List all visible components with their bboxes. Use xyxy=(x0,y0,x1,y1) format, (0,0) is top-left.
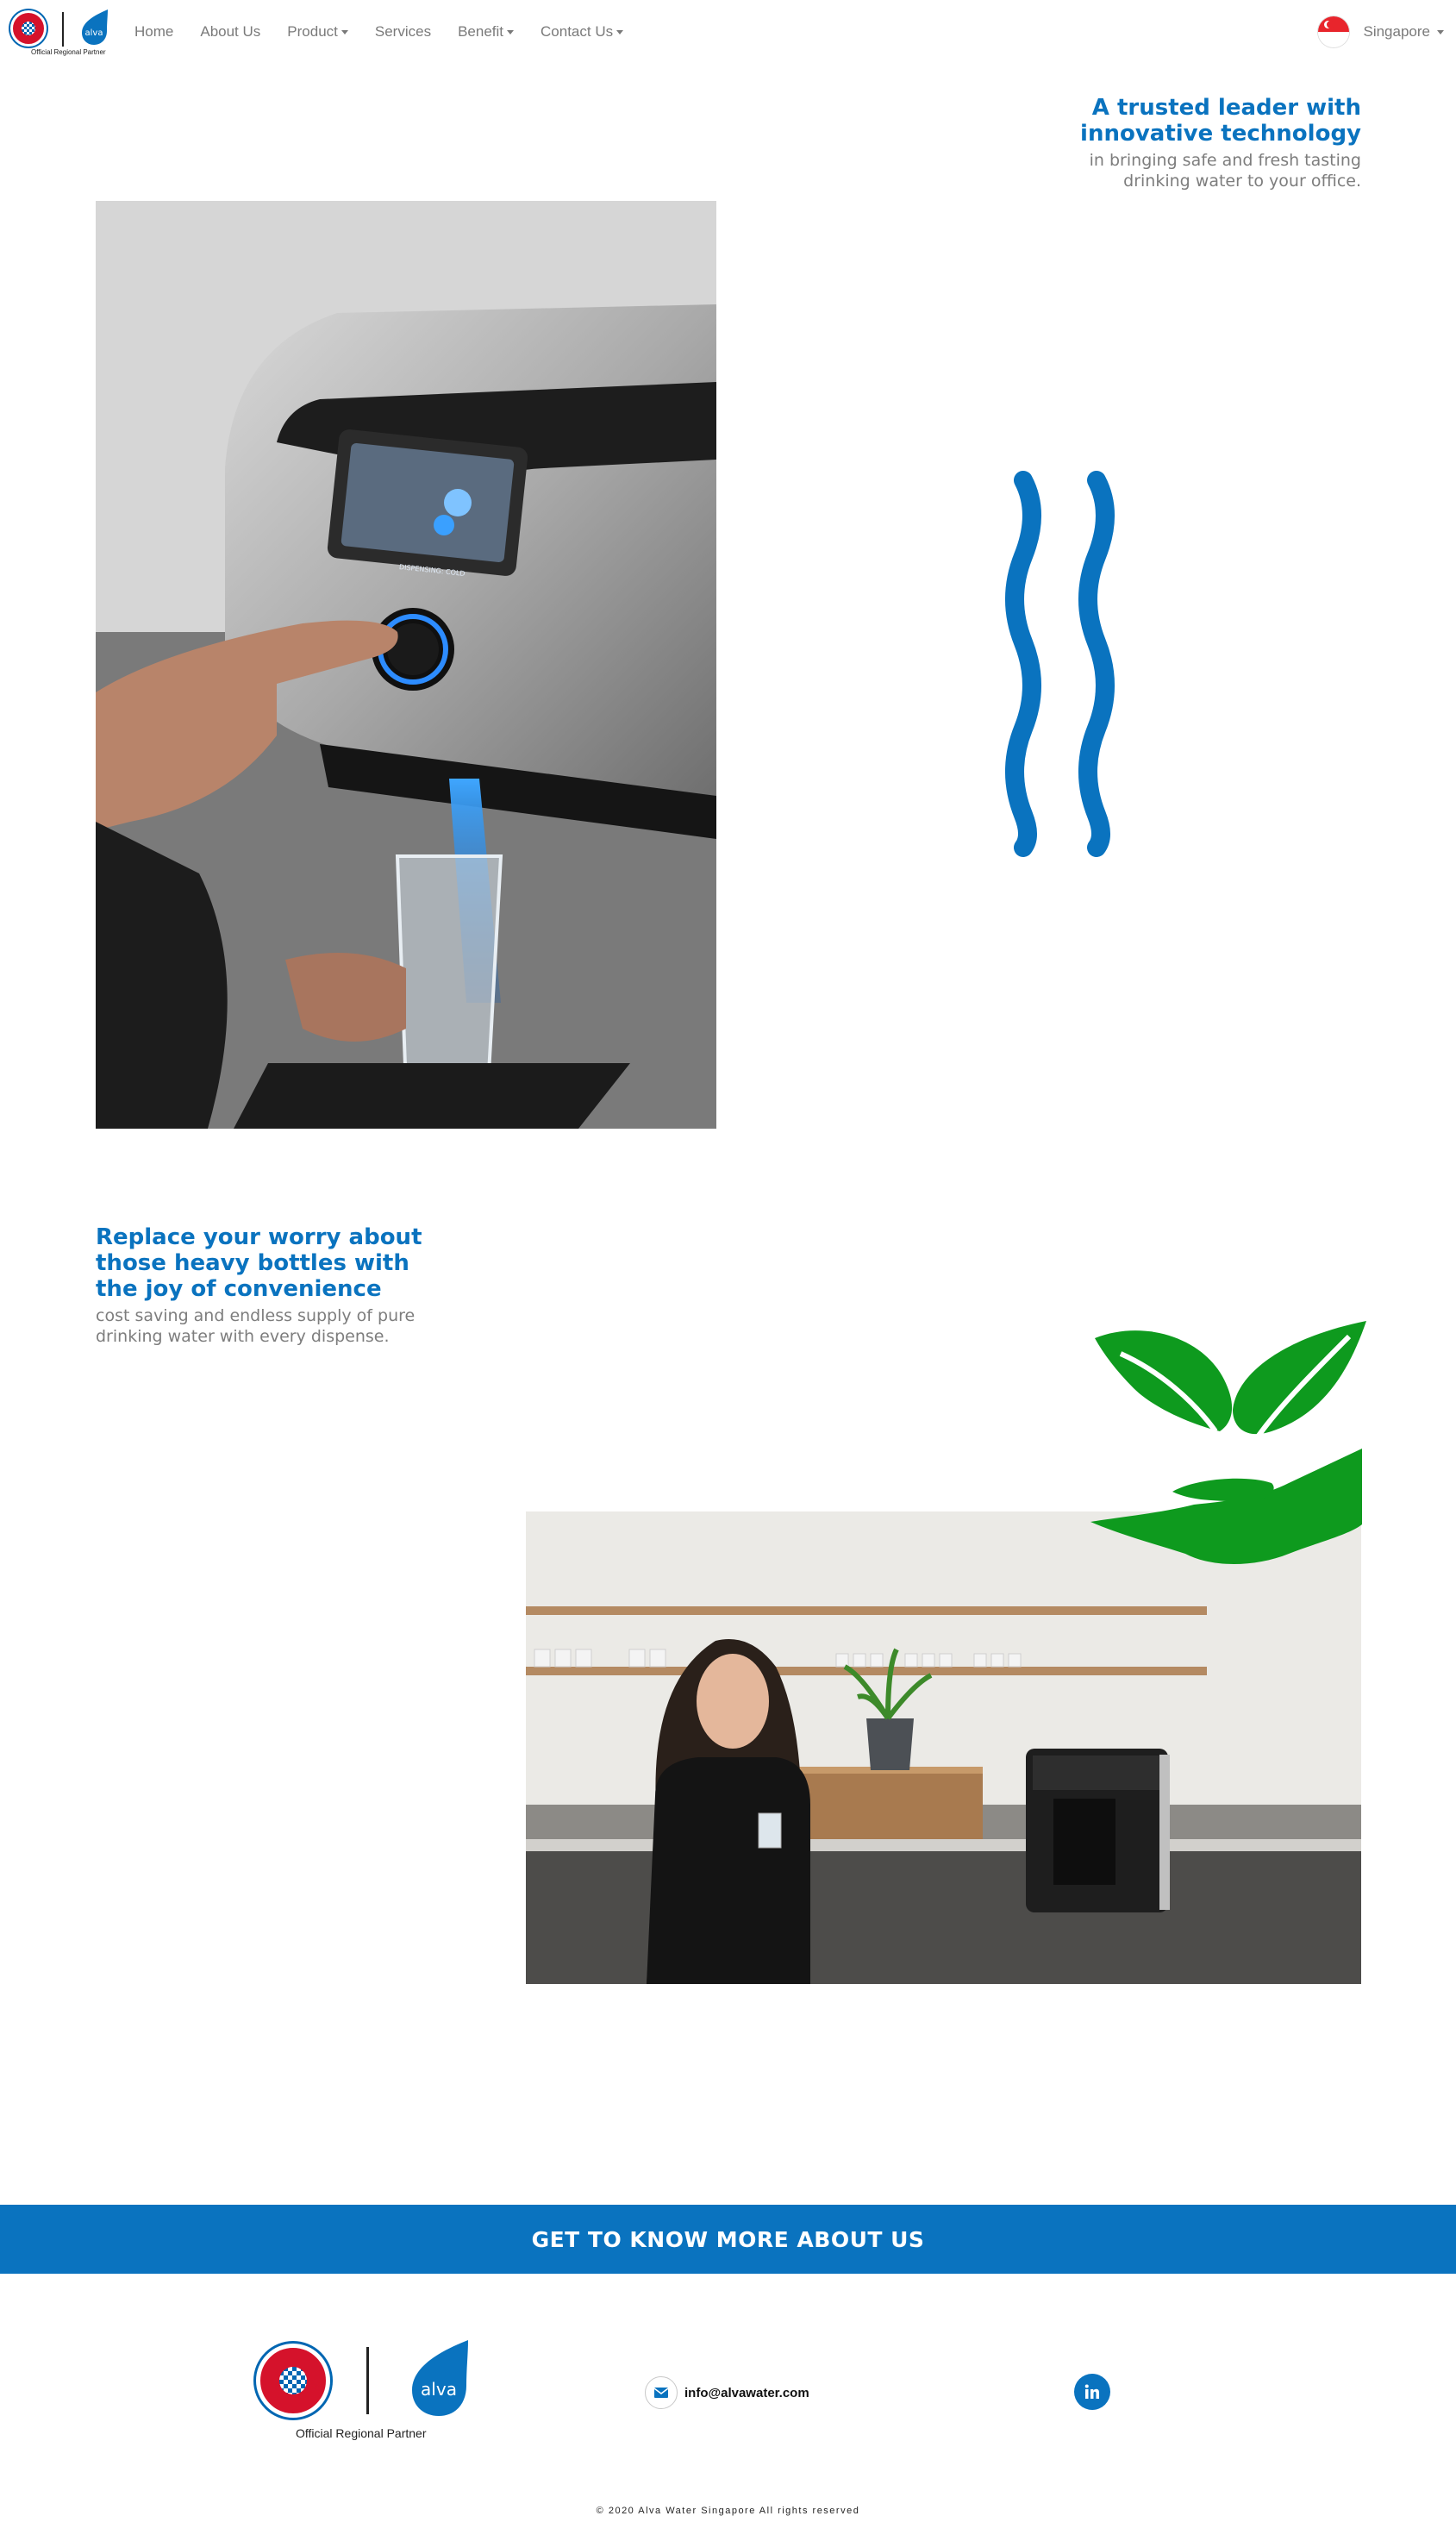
section1-title: A trusted leader with innovative technol… xyxy=(878,95,1361,147)
envelope-icon xyxy=(645,2376,678,2409)
alva-drop-logo-icon: alva xyxy=(82,9,108,45)
section2-heading: Replace your worry about those heavy bot… xyxy=(96,1224,475,1347)
nav-contact-dropdown[interactable]: Contact Us xyxy=(541,23,624,41)
country-label: Singapore xyxy=(1363,23,1430,40)
nav-product-label: Product xyxy=(287,23,338,40)
fc-bayern-logo-icon xyxy=(10,10,47,47)
section1-subtitle-line1: in bringing safe and fresh tasting xyxy=(1089,151,1361,170)
footer-partner-tagline: Official Regional Partner xyxy=(296,2426,427,2440)
country-selector[interactable]: Singapore xyxy=(1318,0,1444,64)
linkedin-icon[interactable] xyxy=(1074,2374,1110,2410)
footer-logo-divider xyxy=(366,2347,369,2414)
footer-email-link[interactable]: info@alvawater.com xyxy=(645,2376,809,2409)
nav-benefit-dropdown[interactable]: Benefit xyxy=(458,23,515,41)
singapore-flag-icon xyxy=(1318,16,1350,47)
chevron-down-icon xyxy=(1437,29,1444,34)
footer-email-label: info@alvawater.com xyxy=(684,2385,809,2400)
nav-links: Home About Us Product Services Benefit C… xyxy=(134,0,650,64)
nav-contact-label: Contact Us xyxy=(541,23,614,40)
section2-title-line3: the joy of convenience xyxy=(96,1276,382,1302)
office-kitchen-illustration xyxy=(526,1511,1361,1984)
get-to-know-more-banner[interactable]: GET TO KNOW MORE ABOUT US xyxy=(0,2205,1456,2274)
alva-drop-logo-icon: alva xyxy=(412,2340,468,2416)
nav-home[interactable]: Home xyxy=(134,23,173,41)
alva-logo-text: alva xyxy=(421,2379,457,2400)
leaves-in-hand-icon xyxy=(1090,1321,1366,1564)
section1-subtitle: in bringing safe and fresh tasting drink… xyxy=(878,150,1361,191)
brand-logo[interactable]: alva Official Regional Partner xyxy=(10,7,114,57)
nav-benefit-label: Benefit xyxy=(458,23,504,40)
alva-logo-text: alva xyxy=(85,28,103,38)
section1-title-line2: innovative technology xyxy=(1080,121,1361,147)
chevron-down-icon xyxy=(616,29,624,34)
fc-bayern-logo-icon xyxy=(256,2344,330,2418)
brand-tagline: Official Regional Partner xyxy=(31,48,106,56)
section2-subtitle: cost saving and endless supply of pure d… xyxy=(96,1305,475,1347)
navbar: alva Official Regional Partner Home Abou… xyxy=(0,0,1456,64)
nav-product-dropdown[interactable]: Product xyxy=(287,23,348,41)
section2-title-line1: Replace your worry about xyxy=(96,1224,422,1250)
nav-about-us[interactable]: About Us xyxy=(200,23,260,41)
cta-label: GET TO KNOW MORE ABOUT US xyxy=(531,2226,925,2252)
dispenser-illustration: DISPENSING: COLD xyxy=(96,201,716,1129)
water-waves-icon xyxy=(1005,471,1115,857)
copyright-text: © 2020 Alva Water Singapore All rights r… xyxy=(596,2506,860,2516)
nav-services-label: Services xyxy=(374,23,432,40)
section2-title-line2: those heavy bottles with xyxy=(96,1250,409,1276)
section1-subtitle-line2: drinking water to your office. xyxy=(1123,172,1361,191)
water-dispenser-photo: DISPENSING: COLD xyxy=(96,201,716,1129)
office-kitchen-photo xyxy=(526,1511,1361,1984)
brand-divider xyxy=(62,12,64,47)
footer-partner-logo: alva Official Regional Partner xyxy=(254,2338,478,2442)
section2-subtitle-line2: drinking water with every dispense. xyxy=(96,1327,390,1346)
nav-services[interactable]: Services xyxy=(375,23,431,41)
section2-title: Replace your worry about those heavy bot… xyxy=(96,1224,475,1302)
section2-subtitle-line1: cost saving and endless supply of pure xyxy=(96,1306,416,1325)
nav-home-label: Home xyxy=(134,23,174,40)
chevron-down-icon xyxy=(341,29,348,34)
nav-about-label: About Us xyxy=(200,23,261,40)
section1-heading: A trusted leader with innovative technol… xyxy=(878,95,1361,191)
chevron-down-icon xyxy=(507,29,515,34)
section1-title-line1: A trusted leader with xyxy=(1091,95,1361,121)
